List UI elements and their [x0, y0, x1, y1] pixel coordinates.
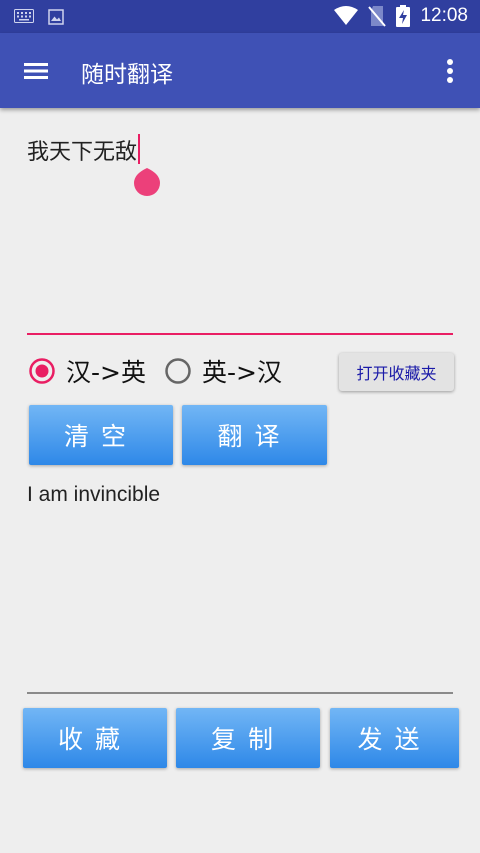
- clear-button[interactable]: 清空: [29, 405, 173, 465]
- text-cursor: [138, 134, 141, 164]
- collect-button[interactable]: 收藏: [23, 708, 167, 768]
- wifi-icon: [334, 6, 359, 25]
- radio-cn-to-en-label: 汉->英: [66, 358, 146, 387]
- radio-cn-to-en[interactable]: 汉->英: [28, 353, 146, 389]
- image-icon: [48, 9, 64, 25]
- translation-output: I am invincible: [27, 483, 161, 506]
- cursor-handle-icon[interactable]: [133, 166, 161, 196]
- source-text-value: 我天下无敌: [27, 140, 138, 165]
- source-text-input[interactable]: 我天下无敌: [27, 134, 141, 166]
- status-time: 12:08: [420, 5, 468, 26]
- more-vert-icon[interactable]: [440, 57, 460, 85]
- source-input-underline: [27, 333, 453, 335]
- radio-checked-icon: [29, 358, 55, 384]
- status-bar: 12:08: [0, 0, 480, 33]
- app-title: 随时翻译: [81, 62, 173, 88]
- battery-charging-icon: [396, 5, 411, 27]
- radio-unchecked-icon: [165, 358, 191, 384]
- radio-en-to-cn-label: 英->汉: [202, 358, 282, 387]
- send-button[interactable]: 发送: [330, 708, 459, 768]
- output-underline: [27, 692, 453, 694]
- menu-icon[interactable]: [22, 57, 50, 85]
- keyboard-icon: [14, 9, 34, 23]
- app-bar: 随时翻译: [0, 33, 480, 108]
- copy-button[interactable]: 复制: [176, 708, 320, 768]
- radio-en-to-cn[interactable]: 英->汉: [164, 353, 282, 389]
- open-favorites-button[interactable]: 打开收藏夹: [339, 353, 454, 391]
- translate-button[interactable]: 翻译: [182, 405, 327, 465]
- no-sim-icon: [368, 6, 387, 27]
